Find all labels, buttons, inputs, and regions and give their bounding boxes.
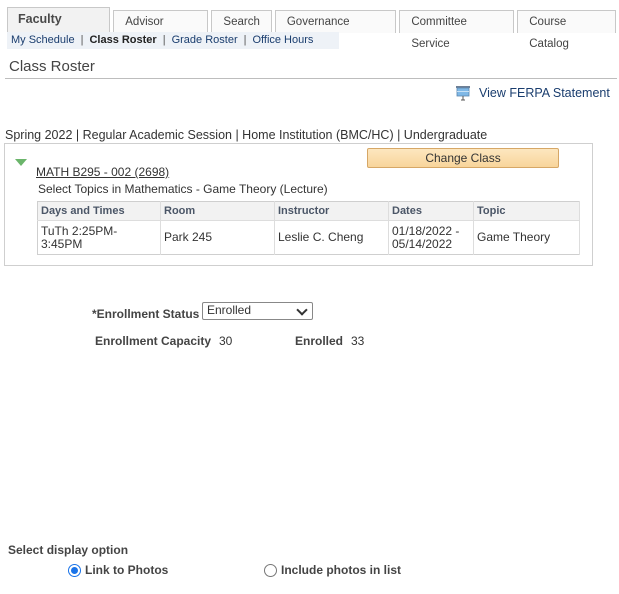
presentation-icon (456, 86, 470, 101)
meeting-info-table: Days and Times Room Instructor Dates Top… (37, 201, 580, 255)
course-description: Select Topics in Mathematics - Game Theo… (38, 182, 328, 196)
change-class-button[interactable]: Change Class (367, 148, 559, 168)
cell-topic: Game Theory (473, 220, 580, 255)
subnav-my-schedule[interactable]: My Schedule (11, 34, 75, 46)
tab-governance-profiles[interactable]: Governance Profiles (274, 10, 397, 50)
subnav-office-hours[interactable]: Office Hours (252, 34, 313, 46)
page-title: Class Roster (9, 58, 95, 75)
radio-unselected-icon[interactable] (264, 563, 277, 577)
column-header-topic: Topic (473, 201, 580, 221)
term-info: Spring 2022 | Regular Academic Session |… (5, 128, 488, 142)
top-tabs: Faculty Center Advisor Center Search Gov… (7, 7, 619, 50)
ferpa-link-text[interactable]: View FERPA Statement (479, 86, 610, 100)
cell-dates: 01/18/2022 - 05/14/2022 (388, 220, 474, 255)
subnav-separator: | (243, 34, 247, 46)
enrollment-status-label: *Enrollment Status (92, 307, 200, 321)
tab-faculty-center[interactable]: Faculty Center (7, 7, 111, 49)
radio-label: Link to Photos (85, 563, 169, 577)
table-row: TuTh 2:25PM- 3:45PM Park 245 Leslie C. C… (37, 220, 580, 255)
display-option-label: Select display option (8, 543, 129, 557)
tab-search[interactable]: Search (211, 10, 272, 33)
radio-include-photos[interactable]: Include photos in list (264, 563, 401, 577)
radio-link-to-photos[interactable]: Link to Photos (68, 563, 168, 577)
sub-navigation: My Schedule | Class Roster | Grade Roster | Of… (7, 32, 339, 49)
collapse-triangle-icon[interactable] (15, 159, 27, 166)
tab-advisor-center[interactable]: Advisor Center (113, 10, 209, 50)
view-ferpa-statement-link[interactable]: View FERPA Statement (455, 85, 610, 101)
title-divider (5, 78, 617, 79)
subnav-class-roster: Class Roster (89, 34, 157, 46)
enrollment-capacity-label: Enrollment Capacity (95, 334, 212, 348)
cell-room: Park 245 (160, 220, 275, 255)
subnav-separator: | (80, 34, 84, 46)
chevron-down-icon (296, 304, 308, 316)
radio-label: Include photos in list (281, 563, 401, 577)
enrolled-label: Enrolled (295, 334, 344, 348)
tab-course-catalog[interactable]: Course Catalog (517, 10, 617, 50)
column-header-days-and-times: Days and Times (37, 201, 161, 221)
column-header-room: Room (160, 201, 275, 221)
enrolled-value: 33 (351, 334, 365, 348)
enrollment-status-select[interactable]: Enrolled (202, 302, 313, 320)
enrollment-capacity-value: 30 (219, 334, 233, 348)
cell-instructor: Leslie C. Cheng (274, 220, 389, 255)
table-header-row: Days and Times Room Instructor Dates Top… (37, 201, 580, 221)
subnav-separator: | (162, 34, 166, 46)
column-header-dates: Dates (388, 201, 474, 221)
column-header-instructor: Instructor (274, 201, 389, 221)
subnav-grade-roster[interactable]: Grade Roster (172, 34, 238, 46)
radio-selected-icon[interactable] (68, 563, 81, 577)
cell-days-and-times: TuTh 2:25PM- 3:45PM (37, 220, 161, 255)
tab-committee-service[interactable]: Committee Service (399, 10, 515, 50)
course-section-link[interactable]: MATH B295 - 002 (2698) (36, 165, 169, 179)
class-section-panel: MATH B295 - 002 (2698) Select Topics in … (4, 143, 593, 266)
enrollment-status-value: Enrolled (207, 303, 252, 317)
